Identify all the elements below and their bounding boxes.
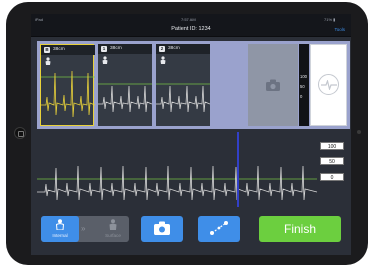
channel-2[interactable]: 2 38cm <box>156 44 210 126</box>
camera-icon <box>154 221 170 235</box>
chevron-right-icon: » <box>81 224 86 233</box>
channel-depth: 38cm <box>53 47 65 52</box>
channel-waveform <box>41 70 95 118</box>
mode-surface-label: Surface <box>105 233 121 238</box>
channel-badge: 2 <box>159 46 165 52</box>
measure-button[interactable] <box>198 216 240 242</box>
nav-bar: Patient ID: 1234 Tools <box>31 24 351 37</box>
probe-icon <box>160 56 166 64</box>
snapshot-button[interactable] <box>141 216 183 242</box>
app-screen: iPad 7:57 AM 71% ▮ Patient ID: 1234 Tool… <box>31 14 351 255</box>
channel-panel: B 38cm 1 38cm 2 38cm 100 50 0 <box>37 41 350 129</box>
vertical-scale: 100 50 0 <box>299 44 309 126</box>
channel-waveform <box>98 83 152 113</box>
scale-low-label: 0 <box>300 94 303 99</box>
page-title: Patient ID: 1234 <box>171 26 211 32</box>
mode-surface-button[interactable]: Surface <box>97 216 129 242</box>
heart-monitor-panel[interactable] <box>310 44 347 126</box>
channel-badge: 1 <box>101 46 107 52</box>
clock: 7:57 AM <box>181 17 196 22</box>
heartbeat-icon <box>321 80 337 90</box>
finish-button[interactable]: Finish <box>259 216 341 242</box>
status-bar: iPad 7:57 AM 71% ▮ <box>31 14 351 24</box>
channel-1[interactable]: 1 38cm <box>98 44 152 126</box>
carrier-label: iPad <box>35 17 44 22</box>
probe-icon <box>109 219 117 230</box>
scale-mid-label: 50 <box>300 84 305 89</box>
channel-header: 1 38cm <box>98 44 152 54</box>
strip-scale-mid: 50 <box>320 157 344 165</box>
scale-top-label: 100 <box>300 74 307 79</box>
channel-header: B 38cm <box>41 45 95 55</box>
probe-icon <box>55 219 65 230</box>
strip-scale-top: 100 <box>320 142 344 150</box>
battery-indicator: 71% ▮ <box>324 17 336 22</box>
mode-toggle[interactable]: Internal » Surface <box>41 216 129 242</box>
channel-depth: 38cm <box>110 46 122 51</box>
channel-header: 2 38cm <box>156 44 210 54</box>
mode-internal-button[interactable]: Internal <box>41 216 79 242</box>
probe-icon <box>102 56 108 64</box>
mode-internal-label: Internal <box>52 233 68 238</box>
channel-b[interactable]: B 38cm <box>40 44 95 126</box>
channel-waveform <box>156 83 210 113</box>
bottom-toolbar: Internal » Surface Finish <box>31 210 351 255</box>
tools-button[interactable]: Tools <box>334 27 345 32</box>
strip-scale-low: 0 <box>320 173 344 181</box>
probe-icon <box>45 57 51 65</box>
measure-icon <box>210 221 228 235</box>
channel-badge: B <box>44 47 50 53</box>
channel-depth: 38cm <box>168 46 180 51</box>
strip-waveform <box>37 132 318 207</box>
waveform-strip[interactable]: 100 50 0 <box>37 132 350 207</box>
snapshot-placeholder[interactable] <box>248 44 298 126</box>
camera-icon <box>266 79 280 91</box>
home-button[interactable] <box>14 127 26 139</box>
front-camera <box>357 130 361 134</box>
